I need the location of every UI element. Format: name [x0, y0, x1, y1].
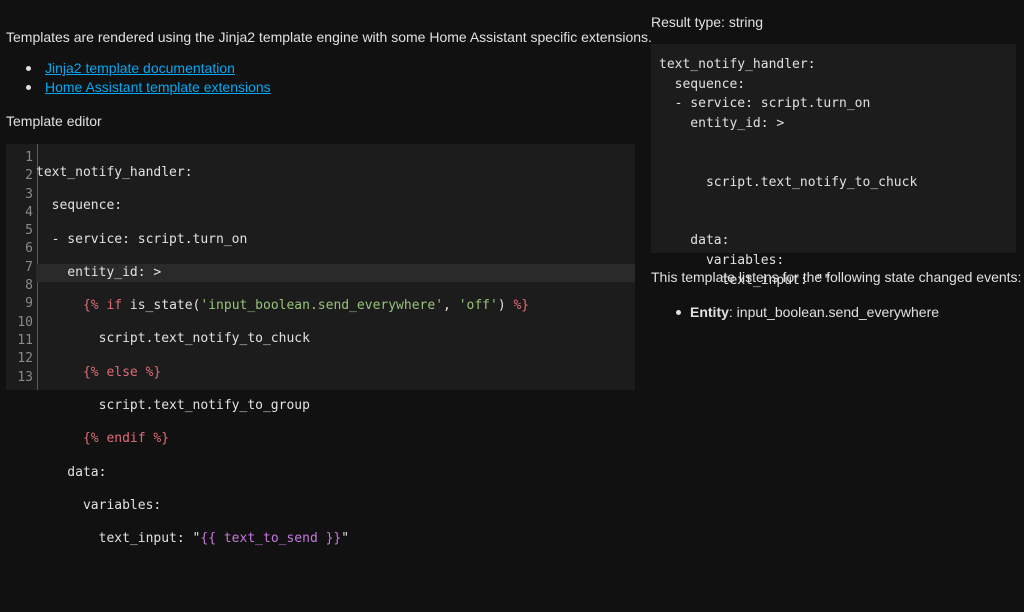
rendered-result: text_notify_handler: sequence: - service… [651, 44, 1016, 288]
line-number: 13 [17, 369, 33, 385]
code-line[interactable]: {% if is_state('input_boolean.send_every… [36, 297, 635, 315]
line-number-gutter: 1 2 3 4 5 6 7 8 9 10 11 12 13 [6, 149, 33, 387]
line-number: 4 [25, 204, 33, 220]
entity-value: : input_boolean.send_everywhere [728, 304, 940, 320]
code-line[interactable]: - service: script.turn_on [36, 231, 635, 249]
line-number: 7 [25, 259, 33, 275]
ha-template-extensions-link[interactable]: Home Assistant template extensions [45, 79, 271, 95]
line-number: 2 [25, 168, 33, 184]
line-number: 3 [25, 186, 33, 202]
template-editor[interactable]: 1 2 3 4 5 6 7 8 9 10 11 12 13 text_notif… [6, 144, 635, 546]
listener-entity-item: Entity: input_boolean.send_everywhere [676, 303, 939, 321]
entity-label: Entity [690, 304, 729, 320]
code-line[interactable]: text_input: "{{ text_to_send }}" [36, 530, 635, 548]
link-item: Jinja2 template documentation [26, 59, 271, 78]
line-number: 12 [17, 351, 33, 367]
code-line[interactable] [36, 564, 635, 582]
code-line[interactable]: script.text_notify_to_group [36, 397, 635, 415]
code-line[interactable]: {% endif %} [36, 430, 635, 448]
link-item: Home Assistant template extensions [26, 78, 271, 97]
intro-text: Templates are rendered using the Jinja2 … [6, 29, 652, 45]
line-number: 11 [17, 332, 33, 348]
line-number: 5 [25, 223, 33, 239]
line-number: 8 [25, 278, 33, 294]
line-number: 6 [25, 241, 33, 257]
code-line[interactable]: script.text_notify_to_chuck [36, 330, 635, 348]
code-line[interactable]: sequence: [36, 197, 635, 215]
code-content[interactable]: text_notify_handler: sequence: - service… [36, 149, 635, 612]
listener-list: Entity: input_boolean.send_everywhere [676, 303, 939, 321]
code-line-active[interactable]: entity_id: > [36, 263, 635, 283]
jinja2-docs-link[interactable]: Jinja2 template documentation [45, 60, 235, 76]
code-line[interactable]: {% else %} [36, 364, 635, 382]
line-number: 9 [25, 296, 33, 312]
template-editor-label: Template editor [6, 113, 102, 129]
line-number: 10 [17, 314, 33, 330]
result-type-label: Result type: string [651, 14, 764, 30]
line-number: 1 [25, 150, 33, 165]
code-line[interactable]: data: [36, 464, 635, 482]
listeners-heading: This template listens for the following … [651, 269, 1022, 285]
code-line[interactable]: text_notify_handler: [36, 164, 635, 182]
code-line[interactable]: variables: [36, 497, 635, 515]
docs-links: Jinja2 template documentation Home Assis… [26, 59, 271, 97]
